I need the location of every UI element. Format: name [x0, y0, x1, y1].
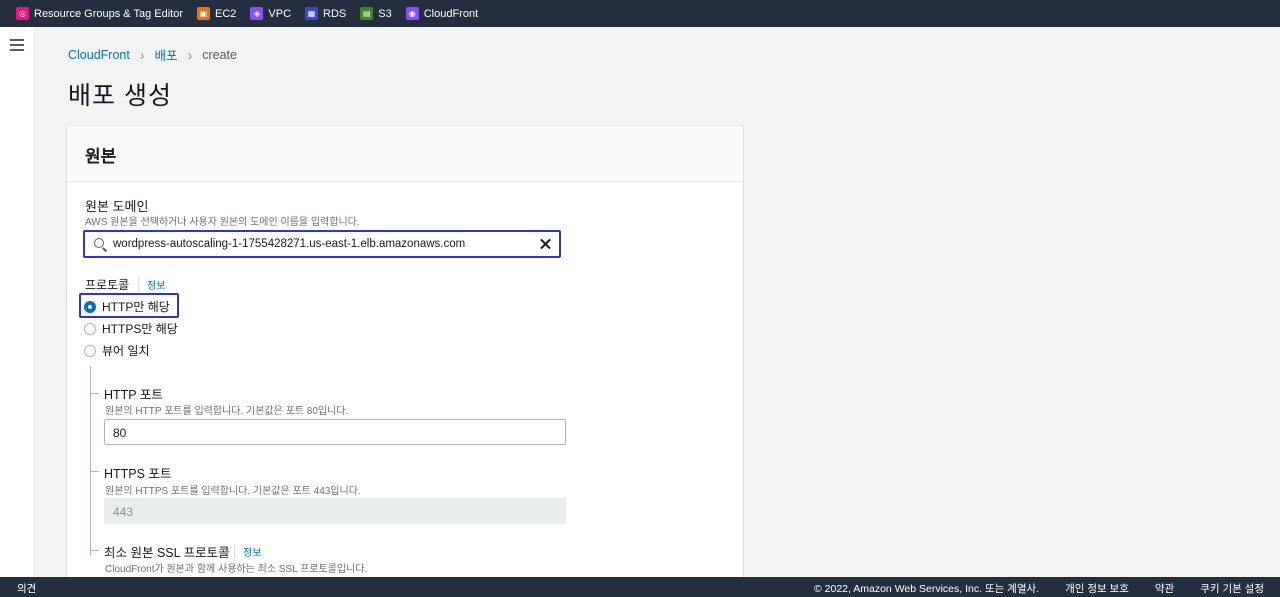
protocol-option-https[interactable]: HTTPS만 해당: [84, 320, 178, 337]
indent-line: [90, 366, 91, 556]
resource-groups-icon: ◎: [16, 7, 29, 20]
ssl-protocol-info-link[interactable]: 정보: [234, 544, 261, 559]
radio-icon[interactable]: [84, 322, 96, 335]
radio-label: 뷰어 일치: [102, 344, 150, 358]
favorite-vpc[interactable]: ◈ VPC: [250, 7, 291, 20]
privacy-link[interactable]: 개인 정보 보호: [1065, 581, 1129, 596]
origin-domain-value: wordpress-autoscaling-1-1755428271.us-ea…: [113, 238, 466, 250]
breadcrumb-distributions[interactable]: 배포: [155, 45, 178, 64]
ssl-protocol-description: CloudFront가 원본과 함께 사용하는 최소 SSL 프로토콜입니다.: [105, 564, 368, 575]
ssl-protocol-label: 최소 원본 SSL 프로토콜: [104, 546, 230, 560]
protocol-info-link[interactable]: 정보: [138, 277, 165, 292]
favorite-resource-groups[interactable]: ◎ Resource Groups & Tag Editor: [16, 7, 183, 20]
copyright-text: © 2022, Amazon Web Services, Inc. 또는 계열사…: [813, 583, 1040, 595]
radio-label: HTTPS만 해당: [102, 322, 178, 336]
search-icon: [85, 232, 113, 256]
rds-icon: ▦: [305, 7, 319, 20]
favorite-label: VPC: [268, 7, 292, 20]
http-port-description: 원본의 HTTP 포트를 입력합니다. 기본값은 포트 80입니다.: [105, 406, 349, 417]
origin-domain-description: AWS 원본을 선택하거나 사용자 원본의 도메인 이름을 입력합니다.: [85, 217, 360, 228]
favorite-label: Resource Groups & Tag Editor: [34, 7, 183, 20]
feedback-link[interactable]: 의견: [17, 581, 36, 596]
cloudfront-icon: ◉: [405, 7, 419, 20]
page-title: 배포 생성: [68, 82, 172, 110]
protocol-label: 프로토콜: [85, 278, 130, 292]
favorite-label: CloudFront: [423, 7, 479, 20]
terms-link[interactable]: 약관: [1155, 581, 1174, 596]
indent-tick: [90, 471, 99, 472]
https-port-description: 원본의 HTTPS 포트를 입력합니다. 기본값은 포트 443입니다.: [105, 486, 361, 497]
footer-links: © 2022, Amazon Web Services, Inc. 또는 계열사…: [788, 581, 1264, 596]
favorite-s3[interactable]: ▤ S3: [360, 7, 392, 20]
indent-tick: [90, 393, 99, 394]
favorite-rds[interactable]: ▦ RDS: [305, 7, 346, 20]
breadcrumb-cloudfront[interactable]: CloudFront: [68, 48, 130, 62]
radio-label: HTTP만 해당: [102, 300, 170, 314]
side-navigation: [0, 27, 35, 577]
radio-checked-icon[interactable]: [84, 300, 96, 313]
panel-title: 원본: [67, 126, 743, 182]
s3-icon: ▤: [360, 7, 374, 20]
http-port-label: HTTP 포트: [104, 388, 163, 402]
clear-icon[interactable]: [533, 232, 559, 256]
favorites-bar: ◎ Resource Groups & Tag Editor ▣ EC2 ◈ V…: [0, 0, 1280, 27]
origin-panel: 원본 원본 도메인 AWS 원본을 선택하거나 사용자 원본의 도메인 이름을 …: [67, 126, 743, 586]
radio-icon[interactable]: [84, 344, 96, 357]
http-port-input[interactable]: 80: [104, 419, 566, 445]
breadcrumb: CloudFront › 배포 › create: [68, 45, 237, 64]
footer: 의견 © 2022, Amazon Web Services, Inc. 또는 …: [0, 577, 1280, 597]
favorite-ec2[interactable]: ▣ EC2: [196, 7, 237, 20]
https-port-input: 443: [104, 498, 566, 524]
menu-icon[interactable]: [10, 39, 24, 51]
cookie-preferences-link[interactable]: 쿠키 기본 설정: [1200, 581, 1264, 596]
chevron-right-icon: ›: [187, 46, 193, 63]
breadcrumb-current: create: [202, 47, 237, 62]
indent-tick: [90, 550, 99, 551]
ec2-icon: ▣: [196, 7, 210, 20]
protocol-option-match-viewer[interactable]: 뷰어 일치: [84, 342, 150, 359]
vpc-icon: ◈: [250, 7, 264, 20]
https-port-label: HTTPS 포트: [104, 467, 172, 481]
origin-domain-input[interactable]: wordpress-autoscaling-1-1755428271.us-ea…: [83, 230, 561, 258]
protocol-option-http[interactable]: HTTP만 해당: [84, 298, 170, 315]
favorite-label: RDS: [323, 7, 347, 20]
chevron-right-icon: ›: [139, 46, 145, 63]
favorite-cloudfront[interactable]: ◉ CloudFront: [405, 7, 479, 20]
favorite-label: EC2: [214, 7, 237, 20]
favorite-label: S3: [378, 7, 392, 20]
